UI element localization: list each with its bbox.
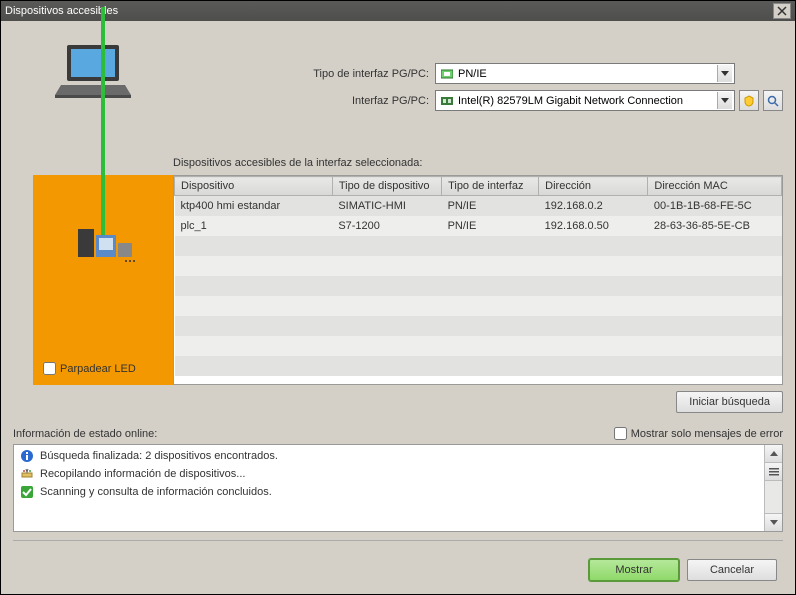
interface-selection: Tipo de interfaz PG/PC: PN/IE Interfaz P…	[173, 33, 783, 117]
cancel-button[interactable]: Cancelar	[687, 559, 777, 581]
status-line: Búsqueda finalizada: 2 dispositivos enco…	[20, 449, 758, 463]
topology-panel: Parpadear LED	[33, 175, 173, 385]
table-row[interactable]: ktp400 hmi estandarSIMATIC-HMIPN/IE192.1…	[175, 196, 782, 216]
table-cell: ktp400 hmi estandar	[175, 196, 333, 216]
table-cell: 00-1B-1B-68-FE-5C	[648, 196, 782, 216]
network-line	[101, 7, 105, 235]
title-bar: Dispositivos accesibles	[1, 1, 795, 21]
table-row-empty	[175, 236, 782, 256]
errors-only-input[interactable]	[614, 427, 627, 440]
table-cell: PN/IE	[442, 216, 539, 236]
table-row[interactable]: plc_1S7-1200PN/IE192.168.0.5028-63-36-85…	[175, 216, 782, 236]
nic-icon	[440, 94, 454, 108]
menu-icon	[769, 468, 779, 476]
table-cell: 192.168.0.2	[539, 196, 648, 216]
table-cell: 28-63-36-85-5E-CB	[648, 216, 782, 236]
table-row-empty	[175, 336, 782, 356]
chevron-down-icon	[717, 65, 732, 82]
topology-column	[13, 33, 173, 117]
chevron-down-icon	[770, 520, 778, 525]
table-row-empty	[175, 356, 782, 376]
dialog-content: Tipo de interfaz PG/PC: PN/IE Interfaz P…	[1, 21, 795, 593]
divider	[13, 540, 783, 541]
col-device[interactable]: Dispositivo	[175, 177, 333, 196]
flash-led-label: Parpadear LED	[60, 363, 136, 375]
start-search-button[interactable]: Iniciar búsqueda	[676, 391, 783, 413]
status-header-label: Información de estado online:	[13, 428, 157, 440]
col-iftype[interactable]: Tipo de interfaz	[442, 177, 539, 196]
status-text: Scanning y consulta de información concl…	[40, 486, 272, 498]
magnifier-icon	[767, 95, 779, 107]
close-button[interactable]	[773, 3, 791, 19]
interface-type-value: PN/IE	[458, 68, 717, 80]
info-icon	[20, 449, 34, 463]
scroll-track[interactable]	[765, 481, 782, 513]
col-addr[interactable]: Dirección	[539, 177, 648, 196]
chevron-up-icon	[770, 451, 778, 456]
errors-only-checkbox[interactable]: Mostrar solo mensajes de error	[614, 427, 783, 440]
table-caption: Dispositivos accesibles de la interfaz s…	[173, 157, 783, 169]
interface-value: Intel(R) 82579LM Gigabit Network Connect…	[458, 95, 717, 107]
status-list: Búsqueda finalizada: 2 dispositivos enco…	[14, 445, 764, 531]
status-text: Búsqueda finalizada: 2 dispositivos enco…	[40, 450, 278, 462]
table-cell: SIMATIC-HMI	[332, 196, 441, 216]
flash-led-checkbox[interactable]: Parpadear LED	[43, 362, 136, 375]
pnie-icon	[440, 67, 454, 81]
table-cell: PN/IE	[442, 196, 539, 216]
table-row-empty	[175, 256, 782, 276]
close-icon	[777, 6, 787, 16]
shield-icon	[743, 95, 755, 107]
status-box: Búsqueda finalizada: 2 dispositivos enco…	[13, 444, 783, 532]
interface-select[interactable]: Intel(R) 82579LM Gigabit Network Connect…	[435, 90, 735, 111]
errors-only-label: Mostrar solo mensajes de error	[631, 428, 783, 440]
work-icon	[20, 467, 34, 481]
table-row-empty	[175, 296, 782, 316]
status-line: Scanning y consulta de información concl…	[20, 485, 758, 499]
table-cell: 192.168.0.50	[539, 216, 648, 236]
scroll-menu-button[interactable]	[765, 463, 782, 481]
refresh-interface-button[interactable]	[739, 90, 759, 111]
interface-label: Interfaz PG/PC:	[352, 95, 429, 107]
device-table: Dispositivo Tipo de dispositivo Tipo de …	[173, 175, 783, 385]
status-scrollbar[interactable]	[764, 445, 782, 531]
scroll-up-button[interactable]	[765, 445, 782, 463]
flash-led-input[interactable]	[43, 362, 56, 375]
col-mac[interactable]: Dirección MAC	[648, 177, 782, 196]
col-devtype[interactable]: Tipo de dispositivo	[332, 177, 441, 196]
table-header-row: Dispositivo Tipo de dispositivo Tipo de …	[175, 177, 782, 196]
device-group-icon	[68, 225, 138, 268]
status-line: Recopilando información de dispositivos.…	[20, 467, 758, 481]
scroll-down-button[interactable]	[765, 513, 782, 531]
interface-type-select[interactable]: PN/IE	[435, 63, 735, 84]
table-cell: S7-1200	[332, 216, 441, 236]
ok-icon	[20, 485, 34, 499]
configure-interface-button[interactable]	[763, 90, 783, 111]
show-button[interactable]: Mostrar	[589, 559, 679, 581]
interface-type-label: Tipo de interfaz PG/PC:	[313, 68, 429, 80]
table-cell: plc_1	[175, 216, 333, 236]
chevron-down-icon	[717, 92, 732, 109]
laptop-icon	[53, 41, 133, 104]
table-row-empty	[175, 276, 782, 296]
status-text: Recopilando información de dispositivos.…	[40, 468, 245, 480]
footer: Mostrar Cancelar	[13, 559, 783, 581]
table-row-empty	[175, 316, 782, 336]
